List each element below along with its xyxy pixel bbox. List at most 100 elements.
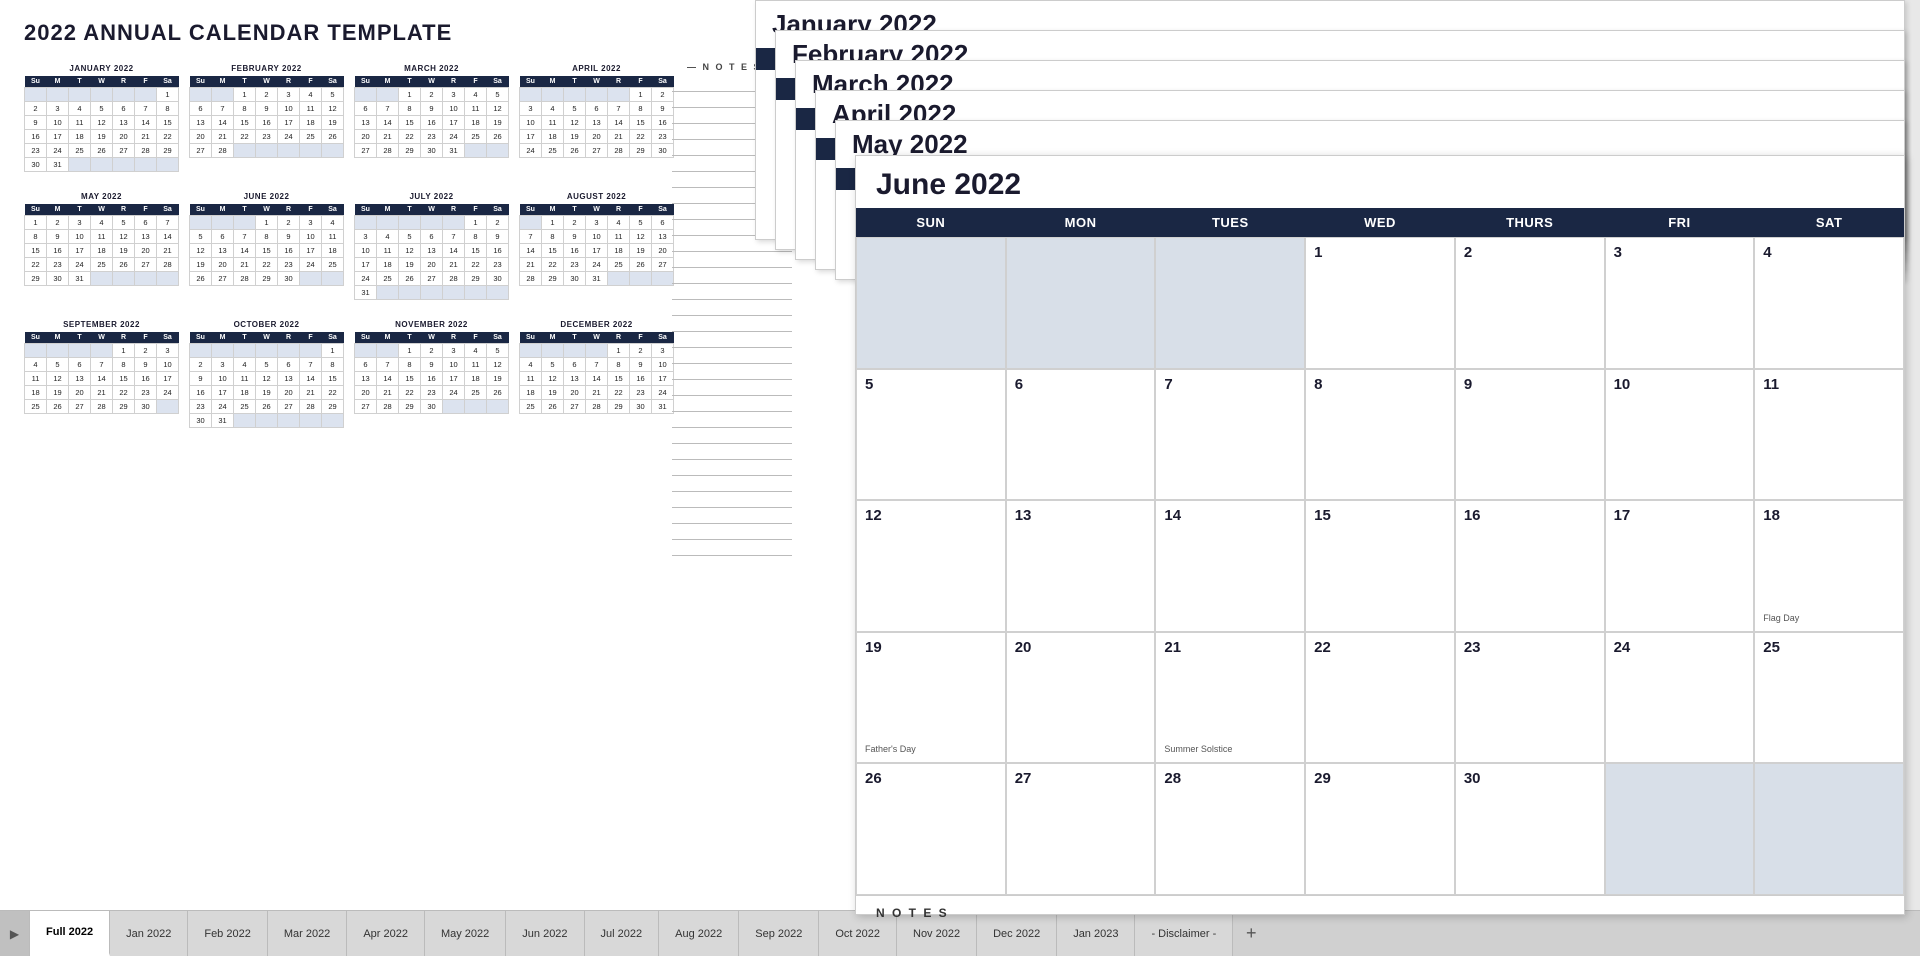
tab-item-jun-2022[interactable]: Jun 2022 bbox=[506, 911, 584, 956]
mini-cal-day: 3 bbox=[586, 216, 608, 230]
mini-cal-day: 11 bbox=[465, 102, 487, 116]
mini-cal-day: 1 bbox=[630, 88, 652, 102]
mini-cal-day: 15 bbox=[465, 244, 487, 258]
mini-cal-day: 2 bbox=[564, 216, 586, 230]
mini-cal-day: 9 bbox=[421, 102, 443, 116]
mini-cal-day: 2 bbox=[256, 88, 278, 102]
tab-item-sep-2022[interactable]: Sep 2022 bbox=[739, 911, 819, 956]
mini-cal-day bbox=[300, 272, 322, 286]
mini-cal-day: 21 bbox=[608, 130, 630, 144]
mini-cal-day: 25 bbox=[25, 400, 47, 414]
mini-cal-day: 24 bbox=[69, 258, 91, 272]
mini-cal-day: 27 bbox=[652, 258, 674, 272]
mini-cal-day: 13 bbox=[355, 372, 377, 386]
june-day-number: 9 bbox=[1464, 376, 1596, 393]
mini-cal-day: 25 bbox=[377, 272, 399, 286]
mini-cal-day bbox=[278, 344, 300, 358]
mini-cal-day: 3 bbox=[278, 88, 300, 102]
mini-cal-day: 4 bbox=[69, 102, 91, 116]
mini-cal-day: 26 bbox=[113, 258, 135, 272]
mini-cal-day: 14 bbox=[212, 116, 234, 130]
mini-cal-day bbox=[443, 216, 465, 230]
mini-cal-day: 7 bbox=[520, 230, 542, 244]
tab-item-aug-2022[interactable]: Aug 2022 bbox=[659, 911, 739, 956]
mini-cal-day: 20 bbox=[278, 386, 300, 400]
mini-cal-day: 8 bbox=[542, 230, 564, 244]
tab-item-apr-2022[interactable]: Apr 2022 bbox=[347, 911, 425, 956]
mini-cal-day: 23 bbox=[421, 386, 443, 400]
mini-cal-day bbox=[586, 88, 608, 102]
mini-cal-day: 8 bbox=[630, 102, 652, 116]
tab-item-jan-2022[interactable]: Jan 2022 bbox=[110, 911, 188, 956]
mini-cal-day: 14 bbox=[586, 372, 608, 386]
mini-cal-title-2: MARCH 2022 bbox=[354, 64, 509, 73]
june-day-cell: 4 bbox=[1754, 237, 1904, 369]
mini-cal-day: 1 bbox=[322, 344, 344, 358]
mini-cal-day: 29 bbox=[542, 272, 564, 286]
june-day-number: 5 bbox=[865, 376, 997, 393]
june-title: June 2022 bbox=[856, 156, 1904, 208]
june-day-number: 14 bbox=[1164, 507, 1296, 524]
mini-cal-day bbox=[300, 344, 322, 358]
mini-cal-day: 9 bbox=[564, 230, 586, 244]
tab-item-jul-2022[interactable]: Jul 2022 bbox=[585, 911, 660, 956]
tab-item-feb-2022[interactable]: Feb 2022 bbox=[188, 911, 267, 956]
mini-cal-day: 13 bbox=[135, 230, 157, 244]
june-col-wed: WED bbox=[1305, 208, 1455, 237]
mini-cal-day: 10 bbox=[69, 230, 91, 244]
mini-cal-day: 5 bbox=[542, 358, 564, 372]
mini-cal-day: 19 bbox=[322, 116, 344, 130]
mini-cal-day: 21 bbox=[135, 130, 157, 144]
mini-cal-title-11: DECEMBER 2022 bbox=[519, 320, 674, 329]
mini-cal-day: 13 bbox=[586, 116, 608, 130]
mini-cal-day: 8 bbox=[399, 102, 421, 116]
mini-cal-day bbox=[443, 400, 465, 414]
tab-scroll-left[interactable]: ▶ bbox=[0, 911, 30, 956]
mini-cal-day: 12 bbox=[630, 230, 652, 244]
mini-cal-day bbox=[256, 344, 278, 358]
mini-cal-day: 12 bbox=[256, 372, 278, 386]
mini-cal-day: 28 bbox=[157, 258, 179, 272]
mini-cal-day: 19 bbox=[630, 244, 652, 258]
mini-cal-day: 5 bbox=[630, 216, 652, 230]
mini-cal-day: 22 bbox=[157, 130, 179, 144]
june-day-number: 23 bbox=[1464, 639, 1596, 656]
mini-cal-day: 20 bbox=[421, 258, 443, 272]
mini-cal-day: 30 bbox=[47, 272, 69, 286]
mini-cal-day: 3 bbox=[443, 344, 465, 358]
mini-cal-day: 12 bbox=[564, 116, 586, 130]
mini-cal-day: 14 bbox=[520, 244, 542, 258]
mini-cal-5: JUNE 2022SuMTWRFSa1234567891011121314151… bbox=[189, 192, 344, 300]
mini-cal-day: 29 bbox=[630, 144, 652, 158]
mini-cal-day: 26 bbox=[487, 386, 509, 400]
tab-item-full-2022[interactable]: Full 2022 bbox=[30, 911, 110, 956]
june-full-calendar[interactable]: June 2022 SUN MON TUES WED THURS FRI SAT… bbox=[855, 155, 1905, 915]
june-day-cell: 11 bbox=[1754, 369, 1904, 501]
mini-cal-day: 19 bbox=[190, 258, 212, 272]
june-day-event: Summer Solstice bbox=[1164, 744, 1232, 754]
mini-cal-day: 23 bbox=[190, 400, 212, 414]
mini-cal-day: 30 bbox=[487, 272, 509, 286]
mini-cal-day: 26 bbox=[487, 130, 509, 144]
june-day-cell: 19Father's Day bbox=[856, 632, 1006, 764]
mini-cal-day: 30 bbox=[630, 400, 652, 414]
mini-cal-day: 2 bbox=[652, 88, 674, 102]
mini-cal-day: 27 bbox=[190, 144, 212, 158]
mini-cal-day: 11 bbox=[377, 244, 399, 258]
mini-cal-day: 18 bbox=[322, 244, 344, 258]
mini-cal-title-0: JANUARY 2022 bbox=[24, 64, 179, 73]
mini-cal-day: 22 bbox=[25, 258, 47, 272]
mini-cal-day: 1 bbox=[608, 344, 630, 358]
mini-cal-day: 9 bbox=[135, 358, 157, 372]
mini-cal-day: 29 bbox=[113, 400, 135, 414]
june-day-number: 20 bbox=[1015, 639, 1147, 656]
mini-cal-day: 31 bbox=[652, 400, 674, 414]
mini-cal-day bbox=[256, 144, 278, 158]
june-day-number: 25 bbox=[1763, 639, 1895, 656]
mini-cal-title-1: FEBRUARY 2022 bbox=[189, 64, 344, 73]
tab-item-mar-2022[interactable]: Mar 2022 bbox=[268, 911, 347, 956]
june-col-fri: FRI bbox=[1605, 208, 1755, 237]
tab-item-may-2022[interactable]: May 2022 bbox=[425, 911, 506, 956]
mini-cal-day: 31 bbox=[355, 286, 377, 300]
mini-cal-day: 13 bbox=[190, 116, 212, 130]
